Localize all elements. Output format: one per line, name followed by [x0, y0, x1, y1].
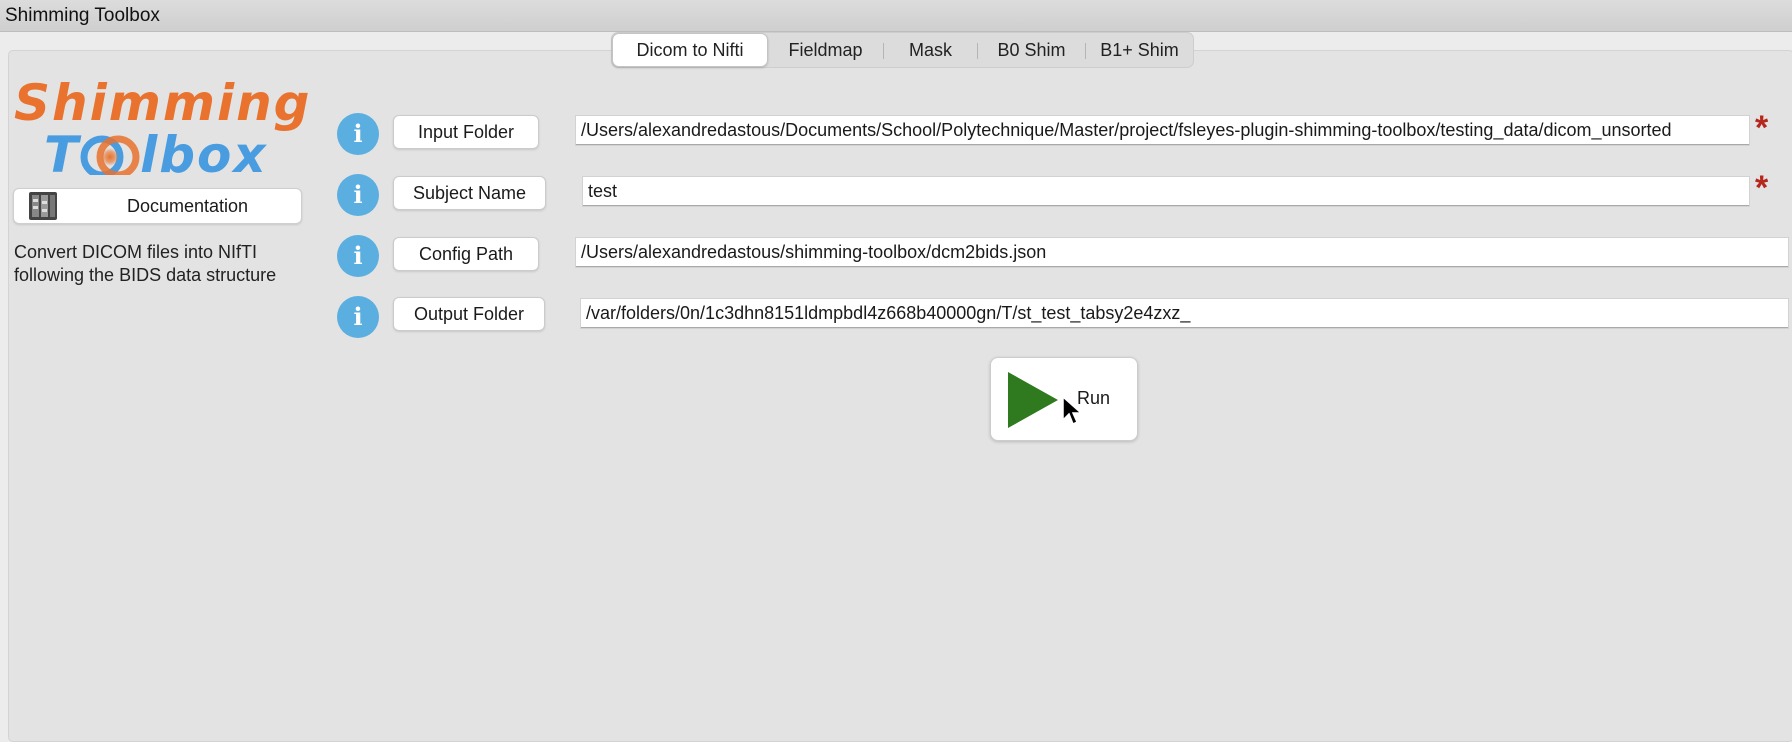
tab-fieldmap[interactable]: Fieldmap [768, 33, 883, 67]
logo-line-2-prefix: T [44, 126, 81, 184]
logo-line-1: Shimming [14, 74, 312, 132]
config-path-button[interactable]: Config Path [393, 237, 539, 271]
info-icon[interactable]: i [337, 174, 379, 216]
input-folder-button[interactable]: Input Folder [393, 115, 539, 149]
book-icon [28, 191, 58, 221]
logo-line-2: T lbox [44, 126, 268, 184]
subject-name-button[interactable]: Subject Name [393, 176, 546, 210]
tab-dicom-to-nifti[interactable]: Dicom to Nifti [612, 33, 768, 67]
tab-description: Convert DICOM files into NIfTI following… [14, 242, 277, 285]
input-folder-field[interactable]: /Users/alexandredastous/Documents/School… [575, 115, 1750, 146]
documentation-button[interactable]: Documentation [13, 188, 302, 224]
subject-name-field[interactable]: test [582, 176, 1750, 207]
tab-bar: Dicom to Nifti Fieldmap Mask B0 Shim B1+… [611, 32, 1194, 68]
logo-oo-graphic [80, 129, 140, 179]
required-marker: * [1755, 109, 1769, 147]
shimming-toolbox-logo: Shimming T lbox [14, 74, 309, 184]
window-title: Shimming Toolbox [5, 5, 160, 26]
logo-line-2-suffix: lbox [140, 126, 268, 184]
documentation-label: Documentation [126, 196, 249, 216]
info-icon[interactable]: i [337, 235, 379, 277]
output-folder-button[interactable]: Output Folder [393, 297, 545, 331]
tab-b0-shim[interactable]: B0 Shim [978, 33, 1085, 67]
play-icon [1006, 370, 1060, 430]
info-icon[interactable]: i [337, 113, 379, 155]
info-icon[interactable]: i [337, 296, 379, 338]
title-bar: Shimming Toolbox [0, 0, 1792, 32]
required-marker: * [1755, 169, 1769, 207]
tab-mask[interactable]: Mask [884, 33, 977, 67]
output-folder-field[interactable]: /var/folders/0n/1c3dhn8151ldmpbdl4z668b4… [580, 298, 1789, 329]
tab-b1-shim[interactable]: B1+ Shim [1086, 33, 1193, 67]
config-path-field[interactable]: /Users/alexandredastous/shimming-toolbox… [575, 237, 1789, 268]
mouse-pointer-icon [1062, 395, 1084, 426]
